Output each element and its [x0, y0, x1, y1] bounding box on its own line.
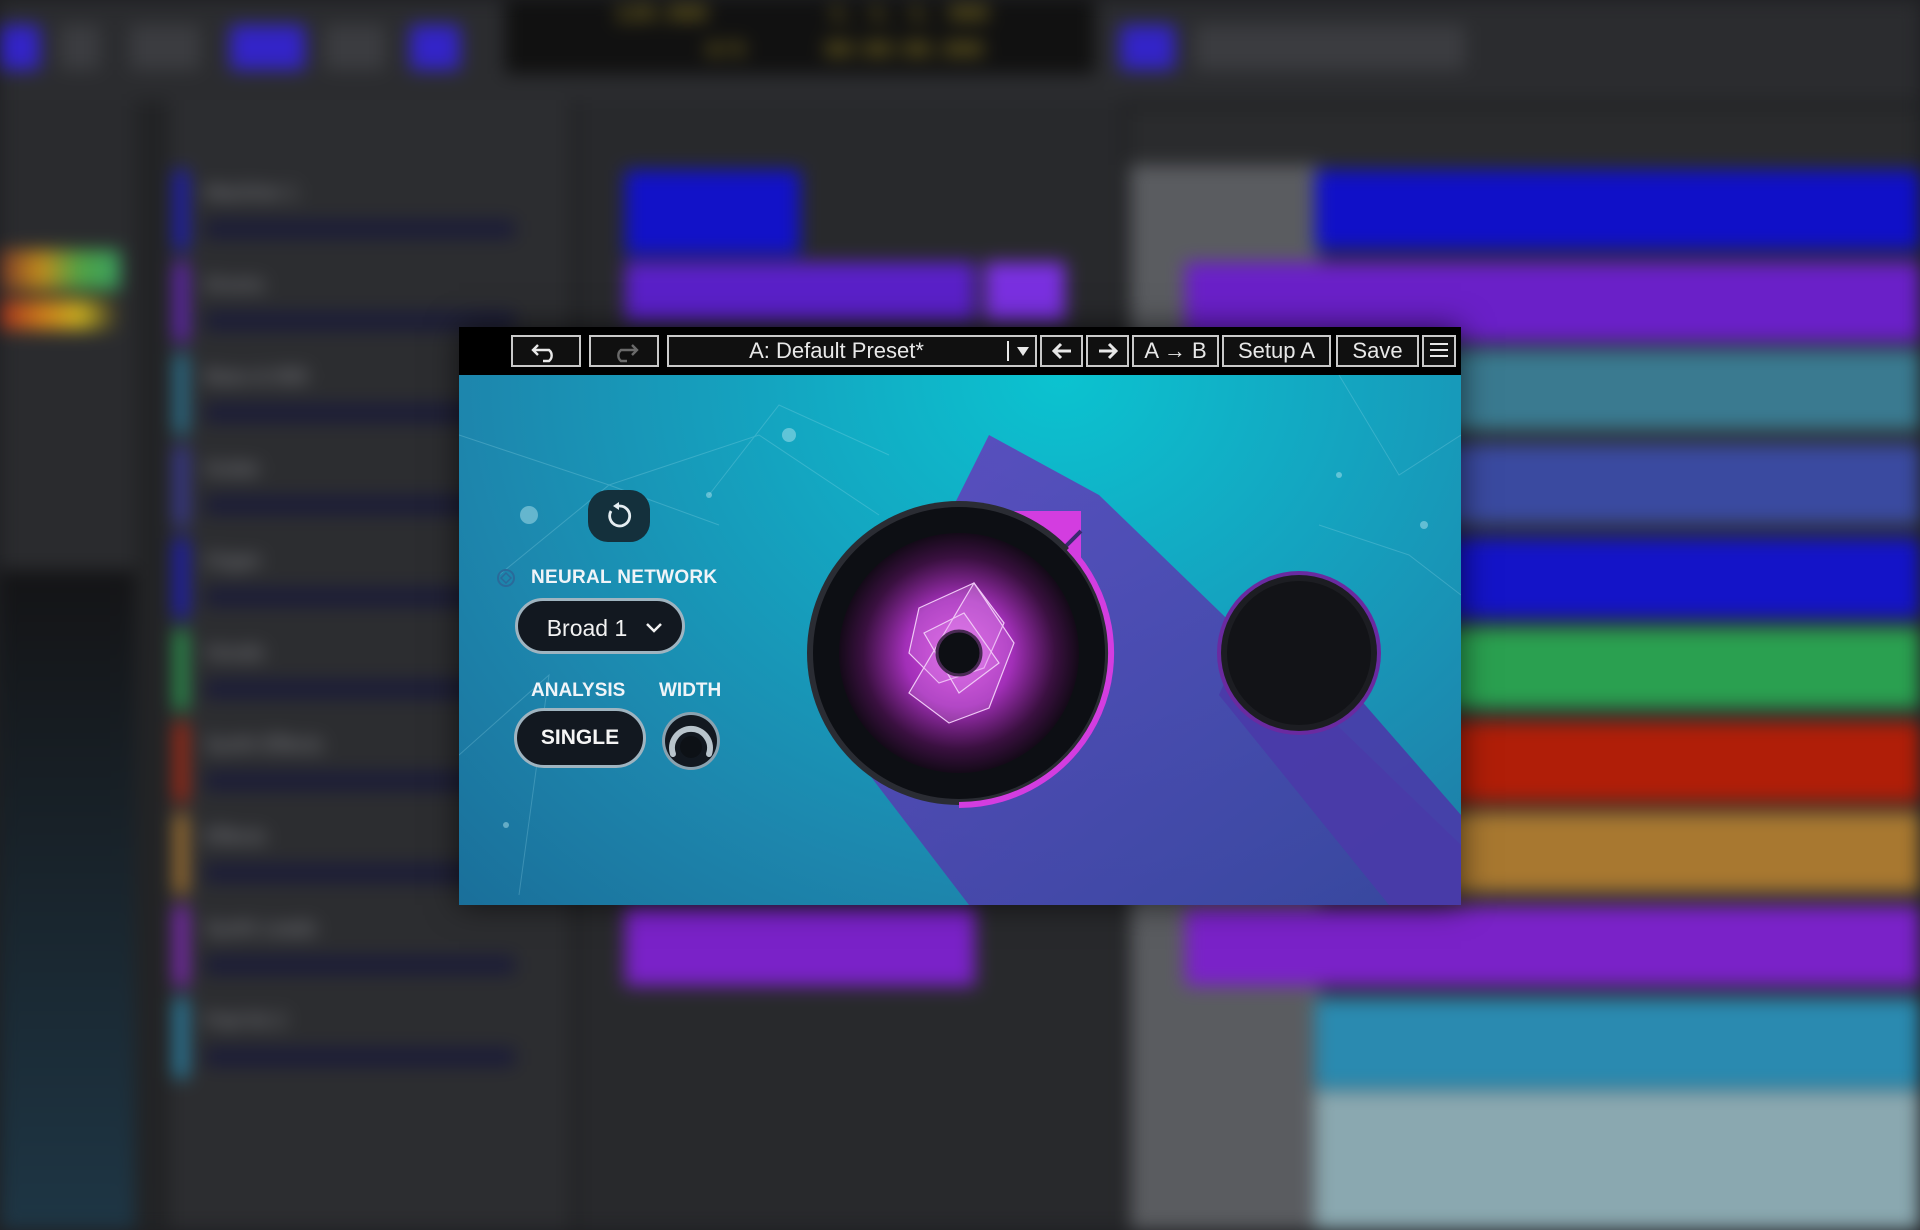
- save-button[interactable]: Save: [1336, 335, 1419, 367]
- daw-toolbar-button: [0, 25, 40, 70]
- daw-toolbar-button: [60, 25, 100, 70]
- daw-inspector: [0, 100, 135, 1230]
- output-meter: [1217, 571, 1381, 735]
- arrow-right-icon: [1098, 342, 1118, 360]
- preset-separator: [1007, 341, 1009, 361]
- ab-compare-button[interactable]: A → B: [1132, 335, 1219, 367]
- daw-toolbar-button: [1195, 25, 1465, 70]
- daw-lcd-display: 120.000 1. 1. 1. 000 4/4 00:00:00.000: [505, 0, 1095, 74]
- reset-icon: [608, 502, 631, 528]
- neural-network-dropdown[interactable]: Broad 1: [515, 598, 685, 654]
- arrow-left-icon: [1051, 342, 1071, 360]
- previous-preset-button[interactable]: [1040, 335, 1083, 367]
- menu-button[interactable]: [1422, 335, 1456, 367]
- neural-network-label: NEURAL NETWORK: [531, 567, 718, 588]
- preset-selector[interactable]: A: Default Preset*: [667, 335, 1037, 367]
- neural-network-icon: [497, 569, 515, 587]
- analysis-mode-button[interactable]: SINGLE: [514, 708, 646, 768]
- redo-button[interactable]: [589, 335, 659, 367]
- daw-toolbar-button: [410, 25, 460, 70]
- plugin-window: A: Default Preset* A → B Setup A Save NE…: [459, 327, 1461, 905]
- undo-button[interactable]: [511, 335, 581, 367]
- main-analysis-knob[interactable]: [799, 493, 1119, 813]
- undo-icon: [531, 344, 553, 363]
- next-preset-button[interactable]: [1086, 335, 1129, 367]
- neural-network-value: Broad 1: [546, 615, 628, 641]
- daw-toolbar-button: [130, 25, 200, 70]
- dropdown-arrow-icon: [1017, 347, 1029, 356]
- menu-icon: [1424, 337, 1454, 365]
- reset-button[interactable]: [588, 490, 650, 542]
- analysis-label: ANALYSIS: [531, 680, 626, 701]
- width-knob[interactable]: [658, 710, 724, 772]
- plugin-canvas: NEURAL NETWORK Broad 1 ANALYSIS WIDTH SI…: [459, 375, 1461, 905]
- daw-toolbar-button: [230, 25, 305, 70]
- chevron-down-icon: [646, 623, 662, 633]
- width-label: WIDTH: [659, 680, 722, 701]
- daw-toolbar-button: [325, 25, 385, 70]
- setup-a-button[interactable]: Setup A: [1222, 335, 1331, 367]
- daw-toolbar-button: [1120, 25, 1175, 70]
- redo-icon: [617, 344, 639, 363]
- preset-name: A: Default Preset*: [749, 338, 924, 363]
- plugin-toolbar: A: Default Preset* A → B Setup A Save: [459, 327, 1461, 375]
